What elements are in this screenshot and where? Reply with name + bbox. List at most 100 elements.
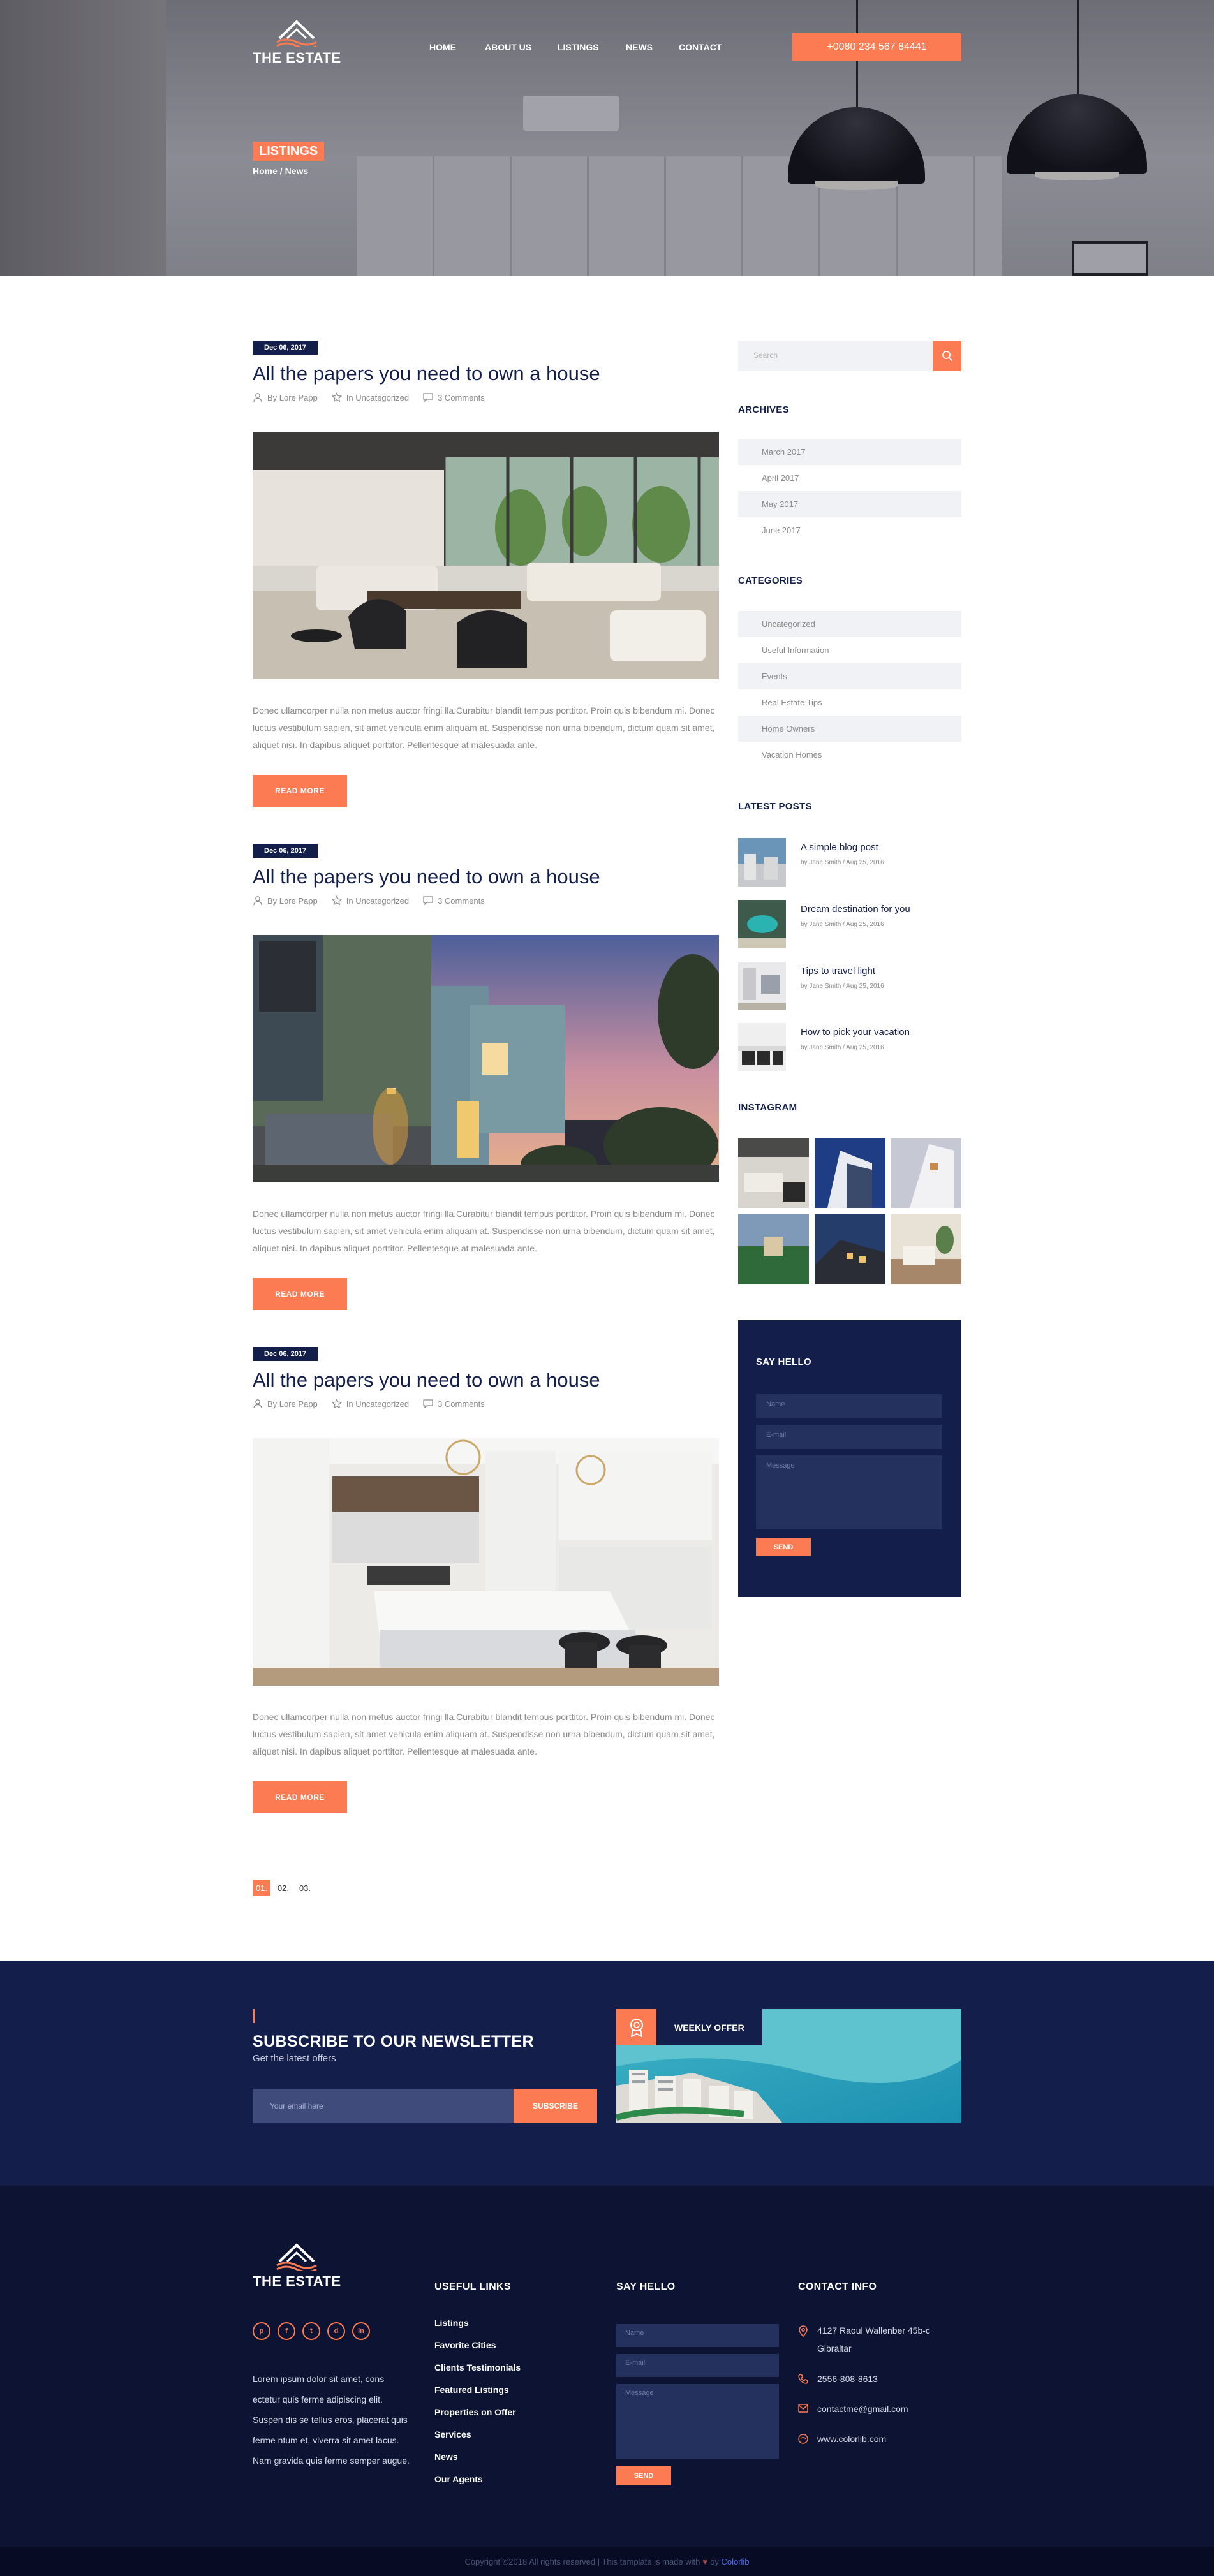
linkedin-icon[interactable]: in	[352, 2322, 370, 2340]
search-input[interactable]: Search	[753, 351, 778, 360]
footer-message-field[interactable]: Message	[616, 2384, 779, 2459]
latest-post-item[interactable]: A simple blog post by Jane Smith / Aug 2…	[738, 838, 961, 887]
phone-button[interactable]: +0080 234 567 84441	[792, 33, 961, 61]
latest-post-item[interactable]: Tips to travel light by Jane Smith / Aug…	[738, 962, 961, 1010]
weekly-offer-card[interactable]: WEEKLY OFFER	[616, 2009, 961, 2123]
latest-post-meta: by Jane Smith / Aug 25, 2016	[801, 859, 884, 866]
newsletter-accent-bar	[253, 2009, 255, 2023]
user-icon	[253, 1399, 262, 1409]
archives-list: March 2017 April 2017 May 2017 June 2017	[738, 439, 961, 543]
contact-info-heading: CONTACT INFO	[798, 2281, 877, 2292]
category-item[interactable]: Real Estate Tips	[738, 689, 961, 716]
send-button[interactable]: SEND	[756, 1538, 811, 1556]
globe-icon	[798, 2434, 808, 2444]
footer-send-button[interactable]: SEND	[616, 2466, 671, 2485]
read-more-button[interactable]: READ MORE	[253, 775, 347, 807]
archive-item[interactable]: June 2017	[738, 517, 961, 543]
read-more-button[interactable]: READ MORE	[253, 1781, 347, 1813]
post-title[interactable]: All the papers you need to own a house	[253, 1369, 600, 1392]
email-field[interactable]: E-mail	[756, 1425, 942, 1449]
nav-about-us[interactable]: ABOUT US	[485, 42, 531, 52]
contact-phone[interactable]: 2556-808-8613	[798, 2370, 878, 2388]
nav-listings[interactable]: LISTINGS	[558, 42, 599, 52]
category-item[interactable]: Uncategorized	[738, 611, 961, 637]
post-comments[interactable]: 3 Comments	[423, 1399, 485, 1409]
page-3-link[interactable]: 03.	[296, 1880, 314, 1896]
post-author[interactable]: By Lore Papp	[253, 895, 318, 906]
latest-post-item[interactable]: How to pick your vacation by Jane Smith …	[738, 1023, 961, 1071]
house-logo-icon	[276, 20, 318, 47]
footer-email-field[interactable]: E-mail	[616, 2354, 779, 2377]
post-author[interactable]: By Lore Papp	[253, 392, 318, 402]
footer-link[interactable]: News	[434, 2452, 521, 2474]
footer-link[interactable]: Favorite Cities	[434, 2340, 521, 2362]
read-more-button[interactable]: READ MORE	[253, 1278, 347, 1310]
post-title[interactable]: All the papers you need to own a house	[253, 865, 600, 888]
colorlib-link[interactable]: Colorlib	[721, 2557, 749, 2566]
instagram-photo[interactable]	[891, 1138, 961, 1208]
post-author-label: By Lore Papp	[267, 1399, 318, 1409]
post-comments-label: 3 Comments	[438, 392, 485, 402]
sidebar-contact-form: SAY HELLO Name E-mail Message SEND	[738, 1320, 961, 1597]
post-title[interactable]: All the papers you need to own a house	[253, 362, 600, 385]
search-button[interactable]	[933, 341, 961, 371]
nav-news[interactable]: NEWS	[626, 42, 653, 52]
post-comments[interactable]: 3 Comments	[423, 895, 485, 906]
contact-email[interactable]: contactme@gmail.com	[798, 2400, 908, 2418]
instagram-grid	[738, 1138, 961, 1284]
twitter-icon[interactable]: t	[302, 2322, 320, 2340]
dribbble-icon[interactable]: d	[327, 2322, 345, 2340]
post-image-kitchen[interactable]	[253, 1438, 719, 1686]
footer-link[interactable]: Listings	[434, 2318, 521, 2340]
map-pin-icon	[799, 2325, 808, 2337]
category-item[interactable]: Home Owners	[738, 716, 961, 742]
post-author[interactable]: By Lore Papp	[253, 1399, 318, 1409]
pinterest-icon[interactable]: p	[253, 2322, 270, 2340]
footer-name-field[interactable]: Name	[616, 2324, 779, 2347]
footer-link[interactable]: Clients Testimonials	[434, 2362, 521, 2385]
newsletter-email-input[interactable]: Your email here	[253, 2089, 514, 2123]
latest-post-item[interactable]: Dream destination for you by Jane Smith …	[738, 900, 961, 948]
facebook-icon[interactable]: f	[278, 2322, 295, 2340]
phone-icon	[798, 2374, 808, 2384]
instagram-photo[interactable]	[815, 1214, 885, 1284]
archive-item[interactable]: March 2017	[738, 439, 961, 465]
nav-home[interactable]: HOME	[429, 42, 456, 52]
page-2-link[interactable]: 02.	[274, 1880, 292, 1896]
nav-contact[interactable]: CONTACT	[679, 42, 722, 52]
post-excerpt: Donec ullamcorper nulla non metus auctor…	[253, 1209, 715, 1253]
footer-link[interactable]: Properties on Offer	[434, 2407, 521, 2429]
instagram-photo[interactable]	[738, 1214, 809, 1284]
instagram-photo[interactable]	[815, 1138, 885, 1208]
category-item[interactable]: Useful Information	[738, 637, 961, 663]
message-field[interactable]: Message	[756, 1455, 942, 1529]
post-category[interactable]: In Uncategorized	[331, 895, 409, 906]
search-icon	[942, 351, 952, 362]
footer-link[interactable]: Our Agents	[434, 2474, 521, 2496]
breadcrumb: Home / News	[253, 166, 309, 176]
contact-website[interactable]: www.colorlib.com	[798, 2430, 886, 2448]
post-image-modern-house[interactable]	[253, 935, 719, 1182]
contact-phone-text: 2556-808-8613	[817, 2374, 878, 2384]
post-category[interactable]: In Uncategorized	[331, 392, 409, 402]
name-field[interactable]: Name	[756, 1394, 942, 1418]
post-author-label: By Lore Papp	[267, 895, 318, 906]
post-comments[interactable]: 3 Comments	[423, 392, 485, 402]
post-comments-label: 3 Comments	[438, 1399, 485, 1409]
post-category[interactable]: In Uncategorized	[331, 1399, 409, 1409]
footer-link[interactable]: Featured Listings	[434, 2385, 521, 2407]
comment-icon	[423, 393, 433, 402]
footer-link[interactable]: Services	[434, 2429, 521, 2452]
star-icon	[331, 1399, 342, 1409]
archive-item[interactable]: May 2017	[738, 491, 961, 517]
footer-logo[interactable]: THE ESTATE	[253, 2242, 341, 2290]
instagram-photo[interactable]	[738, 1138, 809, 1208]
category-item[interactable]: Events	[738, 663, 961, 689]
archive-item[interactable]: April 2017	[738, 465, 961, 491]
header-logo[interactable]: THE ESTATE	[253, 19, 341, 66]
subscribe-button[interactable]: SUBSCRIBE	[514, 2089, 597, 2123]
post-image-living-room[interactable]	[253, 432, 719, 679]
instagram-photo[interactable]	[891, 1214, 961, 1284]
page-1-link[interactable]: 01.	[253, 1880, 270, 1896]
category-item[interactable]: Vacation Homes	[738, 742, 961, 768]
